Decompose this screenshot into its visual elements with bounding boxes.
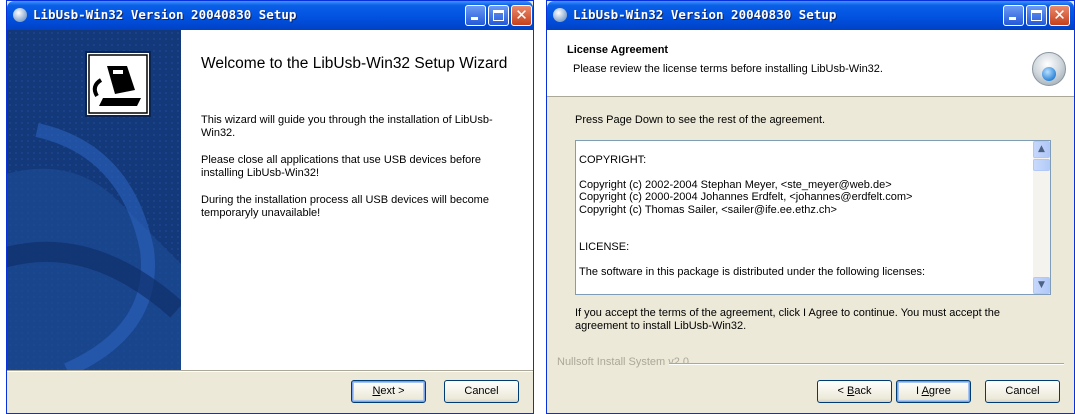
license-textbox[interactable]: COPYRIGHT: Copyright (c) 2002-2004 Steph… [575,140,1051,295]
cancel-button[interactable]: Cancel [444,380,519,403]
intro-paragraph: This wizard will guide you through the i… [201,114,493,139]
minimize-button[interactable] [465,5,486,26]
welcome-window: LibUsb-Win32 Version 20040830 Setup ✕ We… [6,0,534,414]
license-scrollbar[interactable]: ▲ ▼ [1033,141,1050,294]
welcome-content: Welcome to the LibUsb-Win32 Setup Wizard… [181,30,533,370]
license-line: Copyright (c) Thomas Sailer, <sailer@ife… [579,203,837,216]
branding-separator [669,363,1064,365]
usb-warning-paragraph: During the installation process all USB … [201,194,489,219]
title-bar[interactable]: LibUsb-Win32 Version 20040830 Setup ✕ [7,1,533,30]
button-separator [7,370,533,372]
license-instructions: Press Page Down to see the rest of the a… [575,114,826,126]
accept-instructions: If you accept the terms of the agreement… [575,307,1000,332]
maximize-button[interactable] [488,5,509,26]
window-title: LibUsb-Win32 Version 20040830 Setup [33,7,297,22]
title-bar[interactable]: LibUsb-Win32 Version 20040830 Setup ✕ [547,1,1074,30]
close-icon: ✕ [1053,6,1066,24]
license-line: LICENSE: [579,241,630,253]
close-icon: ✕ [515,6,528,24]
window-title: LibUsb-Win32 Version 20040830 Setup [573,7,837,22]
license-line: The software in this package is distribu… [579,266,926,278]
close-button[interactable]: ✕ [1049,5,1070,26]
close-apps-paragraph: Please close all applications that use U… [201,154,482,179]
banner-graphic [7,30,181,370]
license-text: COPYRIGHT: Copyright (c) 2002-2004 Steph… [579,141,1030,279]
agree-label-rest: gree [928,385,951,397]
scroll-up-icon[interactable]: ▲ [1033,141,1050,158]
minimize-button[interactable] [1003,5,1024,26]
setup-icon [13,8,27,22]
license-line [579,141,1030,154]
license-line: Copyright (c) 2000-2004 Johannes Erdfelt… [579,191,913,203]
maximize-button[interactable] [1026,5,1047,26]
minimize-icon [1009,17,1016,20]
license-line: COPYRIGHT: [579,153,647,166]
next-button[interactable]: Next > [351,380,426,403]
scroll-thumb[interactable] [1033,159,1050,171]
license-line [579,229,1030,242]
maximize-icon [1031,10,1042,21]
nsis-branding: Nullsoft Install System v2.0 [557,356,690,368]
minimize-icon [471,17,478,20]
close-button[interactable]: ✕ [511,5,532,26]
scroll-down-icon[interactable]: ▼ [1033,277,1050,294]
license-window: LibUsb-Win32 Version 20040830 Setup ✕ Li… [546,0,1075,414]
page-subtitle: Please review the license terms before i… [573,63,883,75]
page-header: License Agreement Please review the lice… [547,30,1074,97]
i-agree-button[interactable]: I Agree [896,380,971,403]
license-line [579,216,1030,229]
installer-icon [1032,52,1066,86]
back-label-rest: ack [854,385,872,397]
setup-icon [553,8,567,22]
cancel-button[interactable]: Cancel [985,380,1060,403]
license-line: Copyright (c) 2002-2004 Stephan Meyer, <… [579,178,892,191]
page-title: License Agreement [567,44,669,56]
back-label-prefix: < [837,385,847,397]
usb-device-icon [85,51,151,117]
welcome-heading: Welcome to the LibUsb-Win32 Setup Wizard [201,55,508,72]
license-line [579,254,1030,267]
maximize-icon [493,10,504,21]
back-button[interactable]: < Back [817,380,892,403]
license-line [579,166,1030,179]
wizard-side-banner [7,30,181,370]
next-label-rest: ext > [380,385,405,397]
